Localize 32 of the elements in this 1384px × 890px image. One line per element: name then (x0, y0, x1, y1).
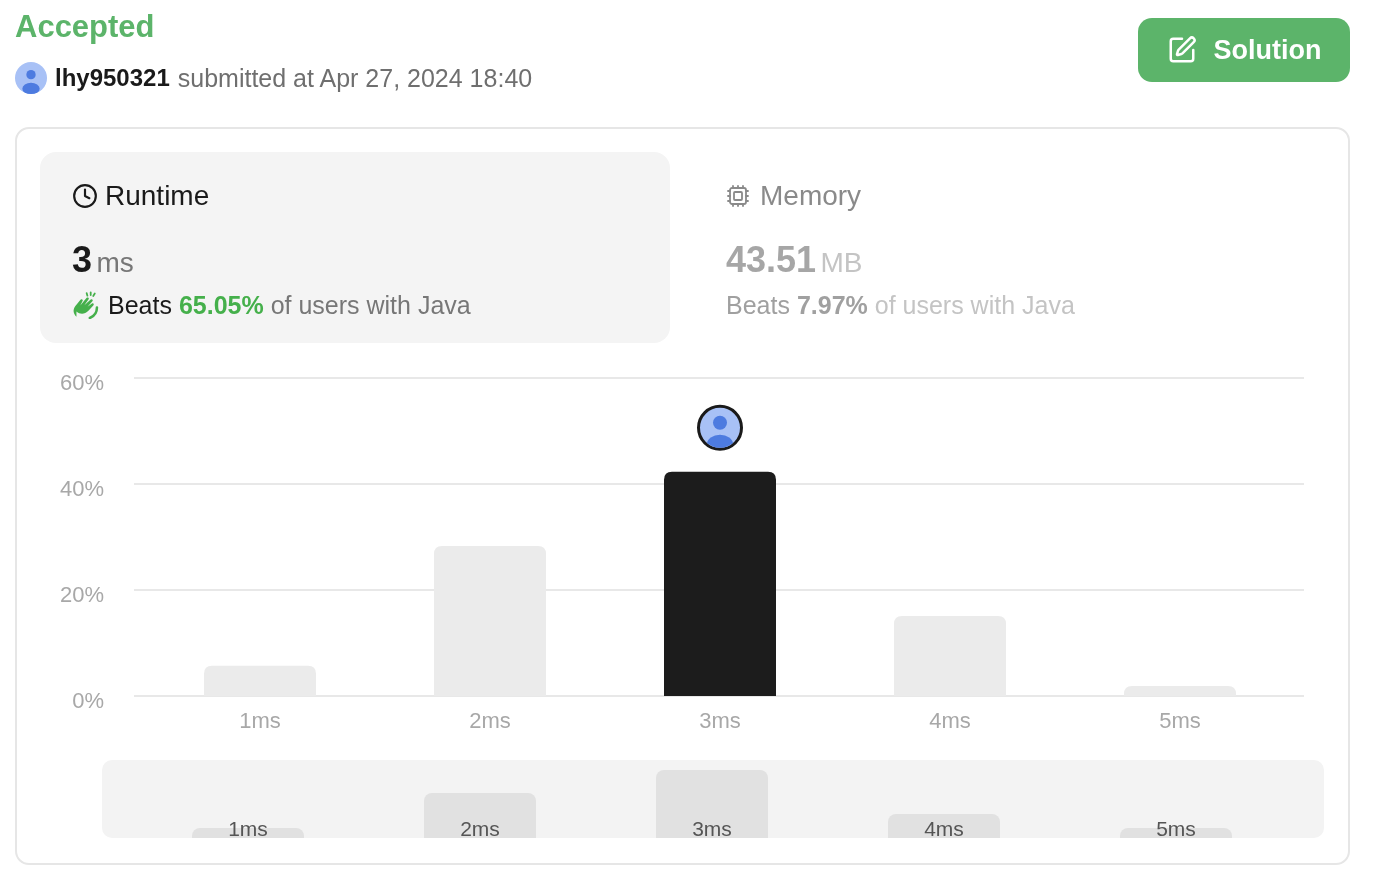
y-axis-label: 20% (59, 581, 104, 607)
x-axis-label: 2ms (469, 707, 511, 733)
x-axis-label: 5ms (1159, 707, 1201, 733)
y-axis-label: 60% (59, 369, 104, 395)
stat-value: 3 ms (72, 238, 134, 282)
mini-bar-label: 5ms (1156, 820, 1196, 838)
stat-title: Memory (760, 180, 862, 212)
x-axis-label: 1ms (239, 707, 281, 733)
stat-title: Runtime (105, 180, 210, 212)
stat-value: 43.51 MB (726, 238, 863, 282)
stat-card[interactable]: Runtime 3 ms Beats 65.05% of users with Java (40, 152, 670, 343)
chip-icon (726, 184, 750, 208)
username-link[interactable]: lhy950321 (55, 64, 170, 92)
x-axis-label: 4ms (929, 707, 971, 733)
beats-text: Beats 65.05% of users with Java (108, 290, 471, 320)
avatar-icon (15, 62, 47, 94)
mini-bar-label: 2ms (460, 820, 500, 838)
clapping-hands-icon (72, 291, 100, 319)
bar[interactable] (664, 471, 776, 696)
mini-bar-label: 1ms (228, 820, 268, 838)
beats-text: Beats 7.97% of users with Java (726, 290, 1075, 320)
clock-icon (72, 183, 98, 209)
avatar-icon (697, 404, 743, 451)
y-axis-label: 40% (59, 475, 104, 501)
x-axis-label: 3ms (699, 707, 741, 733)
chart-overview[interactable]: 1ms 2ms 3ms 4ms 5ms (102, 760, 1324, 838)
y-axis-label: 0% (72, 687, 104, 713)
submission-time: submitted at Apr 27, 2024 18:40 (177, 63, 533, 93)
mini-bar-label: 4ms (924, 820, 964, 838)
stat-card[interactable]: Memory 43.51 MB Beats 7.97% of users with Java (694, 152, 1324, 343)
mini-bar-label: 3ms (692, 820, 732, 838)
status-title: Accepted (15, 9, 155, 45)
